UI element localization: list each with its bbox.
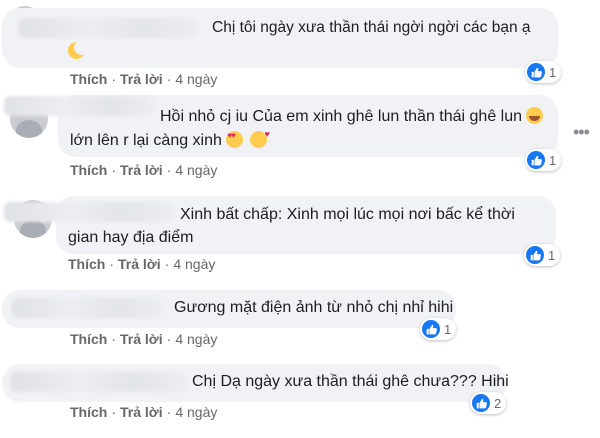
reaction-count-number: 1 — [549, 152, 557, 168]
reply-link[interactable]: Trả lời — [118, 256, 161, 272]
thumbs-up-icon — [527, 151, 545, 169]
reply-link[interactable]: Trả lời — [120, 71, 163, 87]
kiss-emoji-icon — [249, 129, 270, 148]
reaction-count[interactable]: 1 — [525, 61, 562, 83]
laughing-emoji-icon — [526, 107, 544, 124]
reaction-count[interactable]: 1 — [420, 318, 457, 340]
thumbs-up-icon — [472, 394, 490, 412]
like-link[interactable]: Thích — [70, 404, 107, 420]
like-link[interactable]: Thích — [68, 256, 105, 272]
timestamp[interactable]: 4 ngày — [175, 162, 217, 178]
comment-text: lớn lên r lại càng xinh — [70, 132, 222, 149]
author-name-redacted[interactable] — [18, 18, 198, 38]
timestamp[interactable]: 4 ngày — [173, 256, 215, 272]
comment-text-line: Hồi nhỏ cj iu Của em xinh ghê lun thần t… — [160, 107, 545, 126]
reply-link[interactable]: Trả lời — [120, 404, 163, 420]
thumbs-up-icon — [527, 63, 545, 81]
comment-actions: Thích · Trả lời · 4 ngày — [70, 71, 218, 87]
thumbs-up-icon — [422, 320, 440, 338]
heart-eyes-emoji-icon — [226, 131, 244, 148]
reaction-count[interactable]: 1 — [524, 244, 561, 266]
comment-text-line: lớn lên r lại càng xinh — [70, 129, 270, 150]
reaction-count[interactable]: 2 — [470, 392, 507, 414]
comment-text-line: Xinh bất chấp: Xinh mọi lúc mọi nơi bấc … — [180, 206, 515, 223]
author-name-redacted[interactable] — [4, 202, 174, 222]
timestamp[interactable]: 4 ngày — [175, 404, 217, 420]
comment-actions: Thích · Trả lời · 4 ngày — [70, 404, 218, 420]
reaction-count-number: 1 — [444, 321, 452, 337]
reply-link[interactable]: Trả lời — [120, 162, 163, 178]
like-link[interactable]: Thích — [70, 162, 107, 178]
comment-actions: Thích · Trả lời · 4 ngày — [68, 256, 216, 272]
moon-emoji-icon — [68, 40, 89, 59]
author-name-redacted[interactable] — [10, 372, 186, 392]
author-name-redacted[interactable] — [12, 298, 162, 318]
reaction-count[interactable]: 1 — [525, 149, 562, 171]
comment-actions: Thích · Trả lời · 4 ngày — [70, 162, 218, 178]
reply-link[interactable]: Trả lời — [120, 331, 163, 347]
timestamp[interactable]: 4 ngày — [175, 331, 217, 347]
comment-emoji-line — [68, 40, 89, 61]
like-link[interactable]: Thích — [70, 71, 107, 87]
reaction-count-number: 1 — [549, 64, 557, 80]
more-options-icon[interactable]: ••• — [573, 122, 590, 143]
like-link[interactable]: Thích — [70, 331, 107, 347]
thumbs-up-icon — [526, 246, 544, 264]
comment-text-line: Chị Dạ ngày xưa thần thái ghê chưa??? Hi… — [192, 373, 509, 390]
author-name-redacted[interactable] — [4, 96, 154, 116]
comment-text-line: Gương mặt điện ảnh từ nhỏ chị nhỉ hihi — [174, 299, 454, 316]
comment-actions: Thích · Trả lời · 4 ngày — [70, 331, 218, 347]
comment-text: Hồi nhỏ cj iu Của em xinh ghê lun thần t… — [160, 108, 523, 125]
timestamp[interactable]: 4 ngày — [175, 71, 217, 87]
comment-text-line: gian hay địa điểm — [68, 229, 194, 246]
reaction-count-number: 1 — [548, 247, 556, 263]
comment-text-line: Chị tôi ngày xưa thần thái ngời ngời các… — [212, 19, 531, 36]
reaction-count-number: 2 — [494, 395, 502, 411]
